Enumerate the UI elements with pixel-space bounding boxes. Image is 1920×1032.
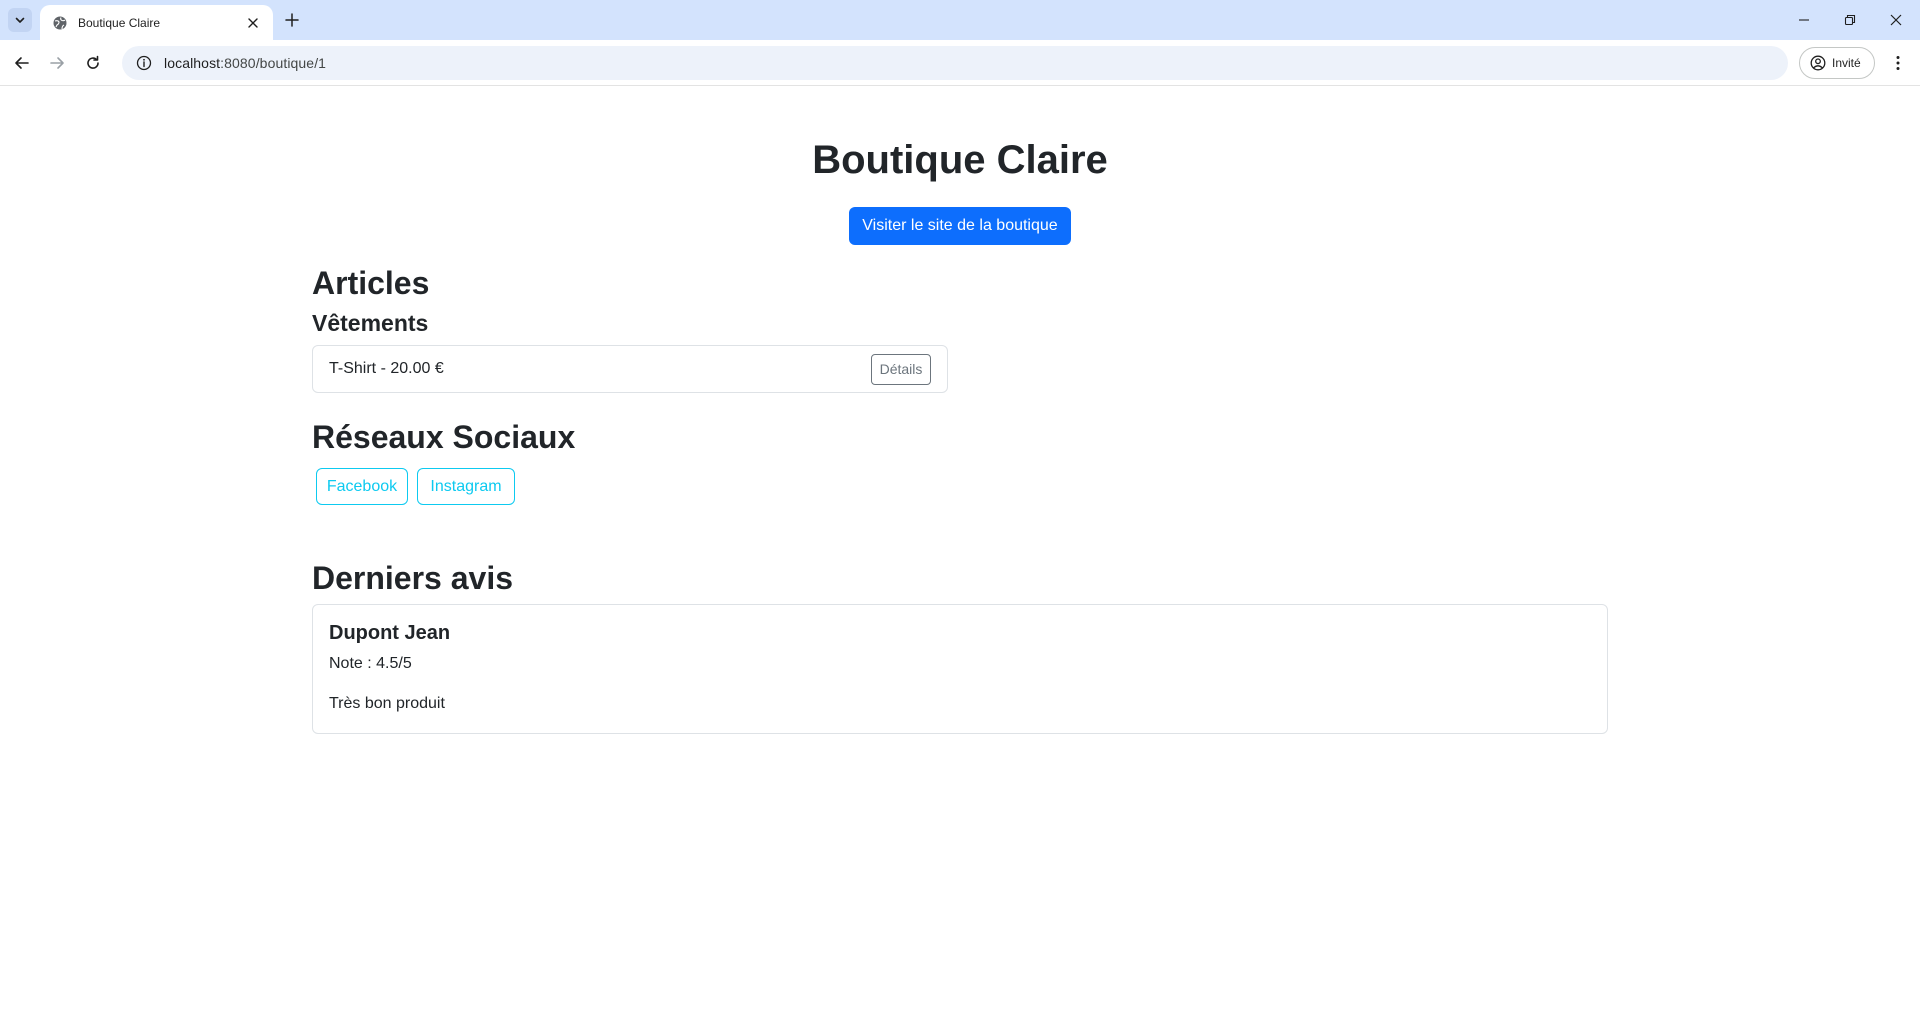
url-path: :8080/boutique/1 [220, 55, 327, 71]
chevron-down-icon [15, 17, 25, 23]
minimize-button[interactable] [1781, 0, 1827, 40]
instagram-link[interactable]: Instagram [417, 468, 515, 505]
account-icon [1810, 55, 1826, 71]
restore-icon [1844, 14, 1856, 26]
forward-button[interactable] [41, 47, 73, 79]
browser-menu-button[interactable] [1884, 47, 1912, 79]
articles-heading: Articles [312, 265, 430, 301]
details-button[interactable]: Détails [871, 353, 931, 385]
social-heading: Réseaux Sociaux [312, 419, 576, 455]
reviews-heading: Derniers avis [312, 560, 514, 596]
restore-button[interactable] [1827, 0, 1873, 40]
close-window-button[interactable] [1873, 0, 1919, 40]
profile-label: Invité [1832, 56, 1861, 70]
shop-title: Boutique Claire [812, 138, 1108, 182]
article-label: T-Shirt - 20.00 € [329, 360, 444, 377]
kebab-menu-icon [1896, 56, 1900, 70]
category-heading: Vêtements [312, 310, 429, 336]
tab-title: Boutique Claire [78, 15, 161, 30]
globe-icon [52, 15, 68, 31]
review-note: Note : 4.5/5 [329, 655, 412, 672]
minimize-icon [1799, 19, 1809, 21]
address-bar[interactable]: localhost:8080/boutique/1 [122, 46, 1788, 80]
review-text: Très bon produit [329, 695, 445, 712]
visit-shop-button[interactable]: Visiter le site de la boutique [849, 207, 1071, 245]
reload-button[interactable] [77, 47, 109, 79]
tab-strip: Boutique Claire [0, 0, 1920, 40]
profile-button[interactable]: Invité [1799, 47, 1875, 79]
page-content: Boutique Claire Visiter le site de la bo… [0, 87, 1920, 1032]
arrow-left-icon [15, 57, 29, 69]
back-button[interactable] [6, 47, 38, 79]
close-icon [1890, 14, 1902, 26]
url-text: localhost:8080/boutique/1 [164, 55, 326, 71]
new-tab-button[interactable] [280, 8, 304, 32]
info-icon[interactable] [134, 53, 154, 73]
browser-tab-active[interactable]: Boutique Claire [40, 5, 273, 40]
tab-search-button[interactable] [8, 8, 32, 32]
facebook-link[interactable]: Facebook [316, 468, 408, 505]
url-host: localhost [164, 55, 221, 71]
arrow-right-icon [50, 57, 64, 69]
plus-icon [285, 13, 299, 27]
review-card: Dupont Jean Note : 4.5/5 Très bon produi… [312, 604, 1608, 734]
browser-toolbar: localhost:8080/boutique/1 Invité [0, 40, 1920, 86]
article-list-item: T-Shirt - 20.00 € Détails [312, 345, 948, 393]
review-author: Dupont Jean [329, 622, 451, 644]
reload-icon [87, 55, 99, 69]
close-tab-icon[interactable] [243, 13, 263, 33]
